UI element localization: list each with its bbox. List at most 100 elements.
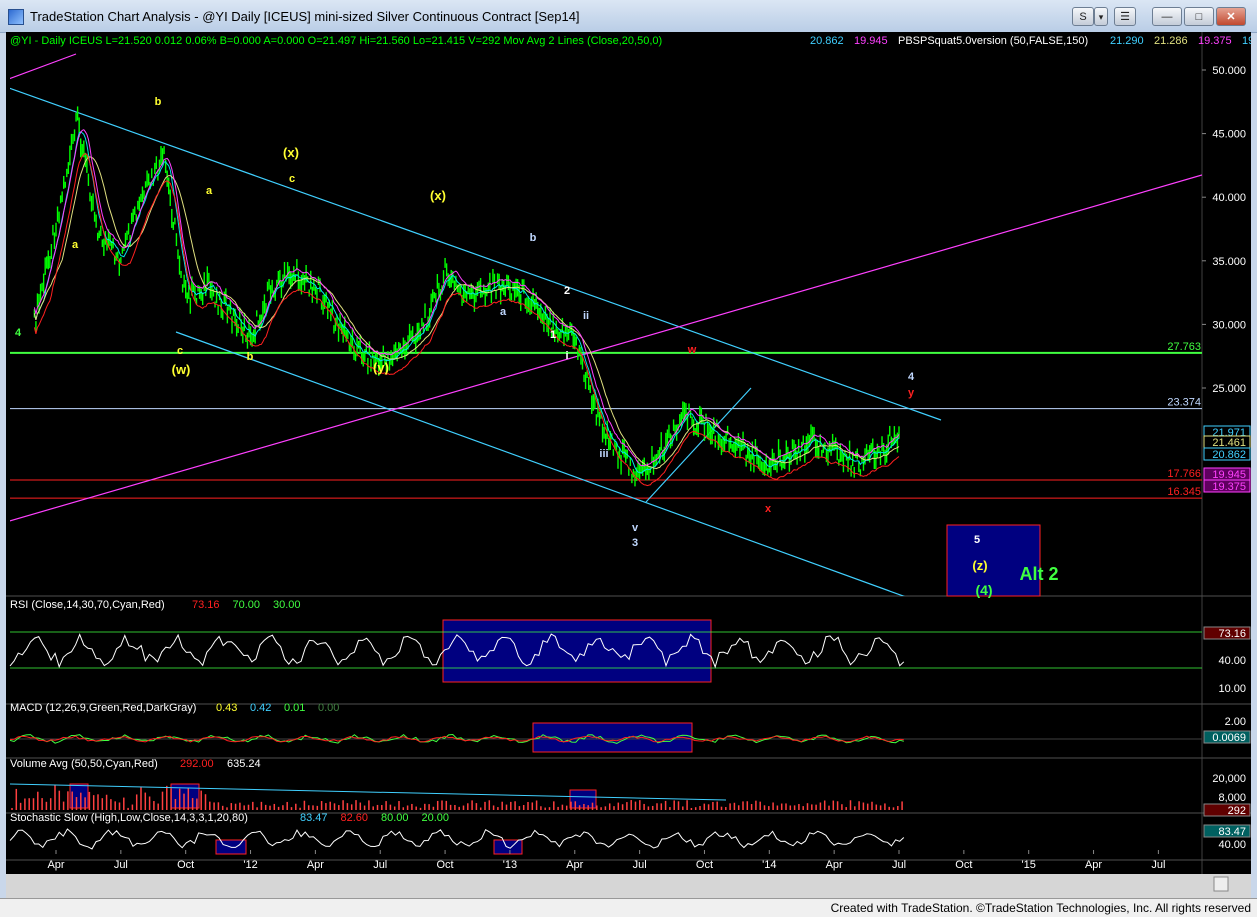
y-tick-label: 40.000	[1212, 192, 1246, 204]
wave-label: Alt 2	[1019, 564, 1058, 584]
stoch-line	[9, 828, 905, 850]
x-tick-label: Oct	[437, 859, 454, 871]
indicator-title: Stochastic Slow (High,Low,Close,14,3,3,1…	[10, 812, 248, 824]
indicator-last-tag: 0.0069	[1212, 732, 1246, 744]
price-tag: 20.862	[1212, 449, 1246, 461]
header-value: @YI - Daily ICEUS L=21.520 0.012 0.06% B…	[10, 35, 662, 47]
indicator-value: 30.00	[273, 599, 301, 611]
rsi-highlight-box	[442, 619, 712, 683]
indicator-y-tick: 8,000	[1218, 792, 1246, 804]
price-pane	[10, 53, 1202, 596]
indicator-value: 83.47	[300, 812, 328, 824]
y-tick-label: 50.000	[1212, 65, 1246, 77]
title-bar: TradeStation Chart Analysis - @YI Daily …	[0, 0, 1257, 33]
indicator-value: 0.00	[318, 702, 339, 714]
indicator-value: 70.00	[233, 599, 261, 611]
indicator-y-tick: 40.00	[1218, 839, 1246, 851]
overlay-boxes	[946, 524, 1041, 597]
wave-label: ii	[583, 310, 589, 322]
window-menu-button[interactable]: ☰	[1114, 7, 1136, 26]
wave-label: y	[908, 387, 915, 399]
price-tag: 19.945	[1212, 469, 1246, 481]
wave-label: 2	[564, 285, 570, 297]
indicator-value: 82.60	[341, 812, 369, 824]
minimize-button[interactable]: —	[1152, 7, 1182, 26]
tradestation-app-icon	[8, 9, 24, 25]
wave-label: 4	[908, 371, 915, 383]
status-bar: Created with TradeStation. ©TradeStation…	[0, 898, 1257, 917]
wave-label: b	[155, 96, 162, 108]
wave-label: 5	[974, 534, 980, 546]
wave-label: (x)	[430, 188, 446, 203]
x-tick-label: Jul	[114, 859, 128, 871]
y-tick-label: 45.000	[1212, 129, 1246, 141]
indicator-value: 292.00	[180, 758, 214, 770]
price-tag: 19.375	[1212, 481, 1246, 493]
maximize-button[interactable]: □	[1184, 7, 1214, 26]
wave-label: 3	[632, 537, 638, 549]
indicator-value: 73.16	[192, 599, 220, 611]
wave-label: (4)	[975, 582, 992, 598]
indicator-value: 0.01	[284, 702, 305, 714]
scroll-thumb	[1213, 876, 1229, 892]
indicator-value: 20.00	[422, 812, 450, 824]
wave-label: x	[765, 503, 772, 515]
header-value: 19.375	[1198, 35, 1232, 47]
wave-label: (y)	[373, 360, 389, 375]
indicator-value: 80.00	[381, 812, 409, 824]
symbol-link-dropdown[interactable]: ▾	[1094, 7, 1108, 26]
magenta-short-line	[10, 53, 77, 80]
header-value: 21.290	[1110, 35, 1144, 47]
x-tick-label: Jul	[633, 859, 647, 871]
wave-label: a	[72, 239, 79, 251]
wave-label: 1	[550, 329, 556, 341]
x-tick-label: Oct	[177, 859, 194, 871]
indicator-last-tag: 83.47	[1218, 826, 1246, 838]
x-tick-label: '12	[243, 859, 257, 871]
level-label: 23.374	[1167, 397, 1201, 409]
magenta-trendline	[10, 174, 1202, 522]
indicator-y-tick: 2.00	[1225, 716, 1246, 728]
chart-svg[interactable]: Apr Jul Oct '12 Apr Jul Oct '13 Apr Jul Oct '14 Apr J…	[6, 32, 1257, 898]
indicator-value: 0.43	[216, 702, 237, 714]
wave-label: iii	[599, 448, 608, 460]
indicator-value: 0.42	[250, 702, 271, 714]
wave-label: (w)	[172, 362, 191, 377]
wave-label: c	[289, 173, 295, 185]
x-tick-label: Apr	[826, 859, 843, 871]
x-tick-label: Jul	[373, 859, 387, 871]
indicator-title: MACD (12,26,9,Green,Red,DarkGray)	[10, 702, 196, 714]
price-tag: 21.461	[1212, 437, 1246, 449]
wave-label: b	[247, 351, 254, 363]
level-label: 16.345	[1167, 486, 1201, 498]
wave-label: (z)	[972, 558, 987, 573]
level-label: 17.766	[1167, 468, 1201, 480]
header-value: PBSPSquat5.0version (50,FALSE,150)	[898, 35, 1088, 47]
close-button[interactable]: ✕	[1216, 7, 1246, 26]
y-tick-label: 25.000	[1212, 383, 1246, 395]
upper-channel-line	[10, 87, 942, 421]
x-tick-label: Oct	[955, 859, 972, 871]
indicator-y-tick: 20,000	[1212, 773, 1246, 785]
ma50-line	[33, 156, 900, 470]
x-tick-label: '14	[762, 859, 776, 871]
wave-label: a	[206, 185, 213, 197]
wave-label: v	[632, 522, 639, 534]
symbol-link-button[interactable]: S	[1072, 7, 1094, 26]
wave-label: 4	[15, 327, 22, 339]
level-label: 27.763	[1167, 341, 1201, 353]
x-tick-label: Apr	[566, 859, 583, 871]
wave-label: b	[530, 232, 537, 244]
chart-area[interactable]: Apr Jul Oct '12 Apr Jul Oct '13 Apr Jul Oct '14 Apr J…	[6, 32, 1257, 898]
wave-label: w	[687, 344, 697, 356]
red-band-line	[33, 153, 900, 487]
x-tick-label: '15	[1022, 859, 1036, 871]
wave-label: c	[177, 345, 183, 357]
wave-label: i	[565, 350, 568, 362]
x-tick-label: Apr	[47, 859, 64, 871]
x-tick-label: Jul	[892, 859, 906, 871]
x-tick-label: Apr	[307, 859, 324, 871]
indicator-value: 635.24	[227, 758, 261, 770]
x-tick-label: Oct	[696, 859, 713, 871]
indicator-y-tick: 10.00	[1218, 683, 1246, 695]
